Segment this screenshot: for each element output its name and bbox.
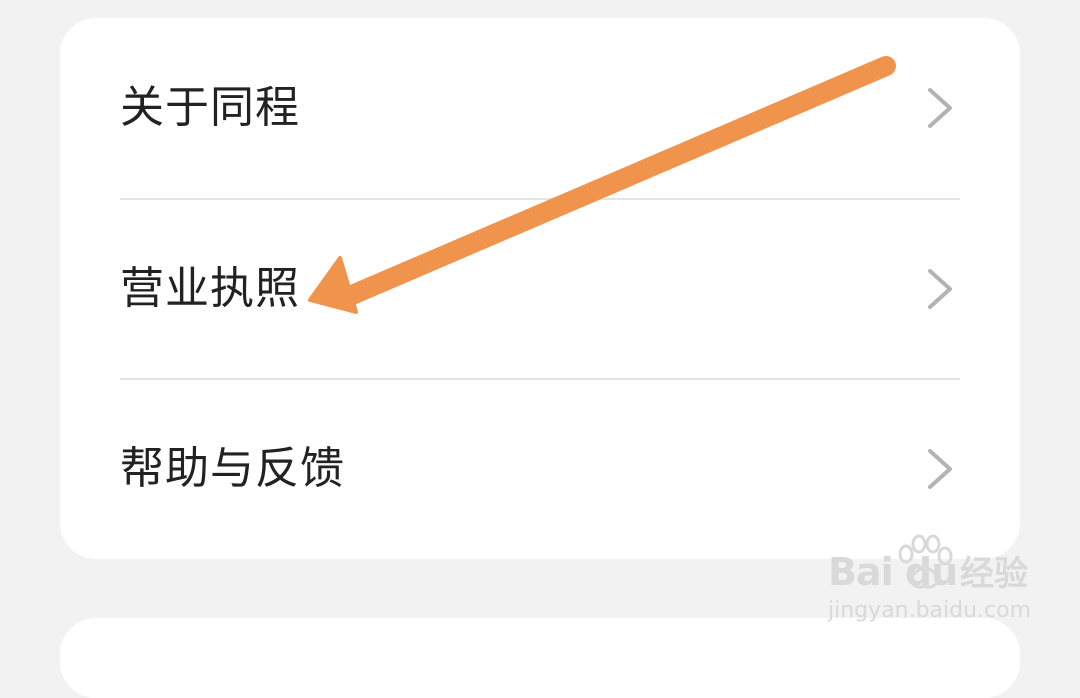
menu-item-help-feedback-label: 帮助与反馈 [120,443,345,494]
watermark-jingyan-text: 经验 [960,554,1028,594]
chevron-right-icon [928,269,952,309]
chevron-right-icon [928,449,952,489]
settings-card: 关于同程 营业执照 帮助与反馈 [60,18,1020,559]
paw-icon [898,534,953,589]
watermark-url: jingyan.baidu.com [828,598,1032,623]
baidu-jingyan-watermark: Bai du 经验 jingyan.baidu.com [828,532,1032,632]
menu-item-business-license-label: 营业执照 [120,263,300,314]
menu-item-about[interactable]: 关于同程 [60,18,1020,198]
menu-item-about-label: 关于同程 [120,82,300,133]
chevron-right-icon [928,88,952,128]
menu-item-business-license[interactable]: 营业执照 [60,199,1020,379]
